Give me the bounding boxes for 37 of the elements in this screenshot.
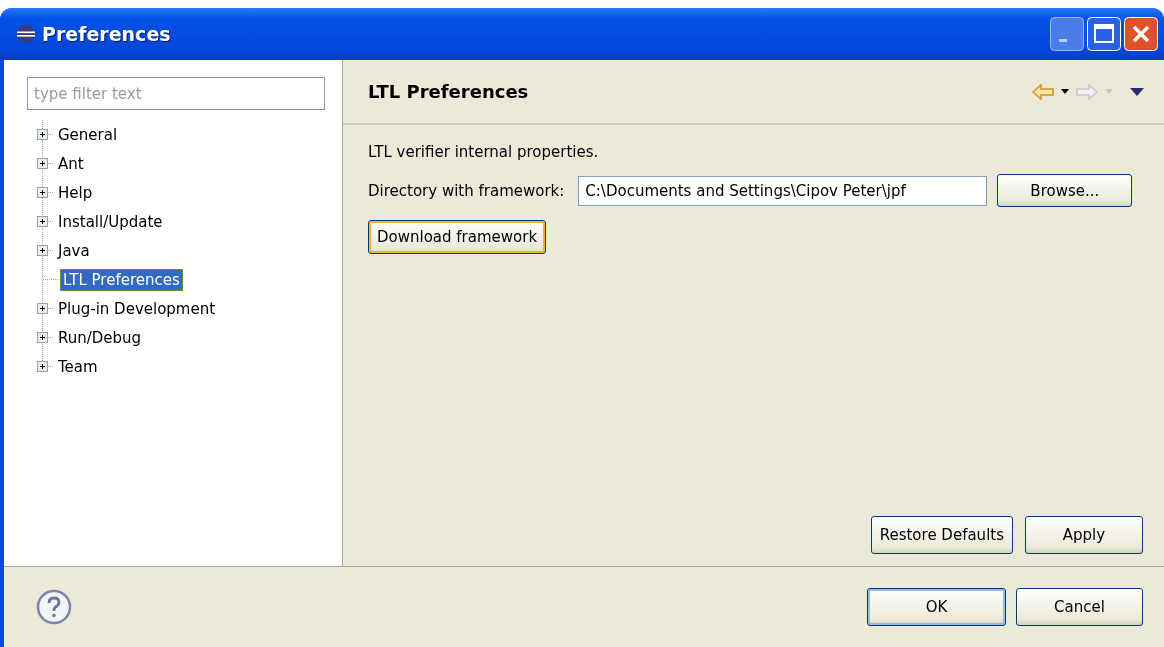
app-icon bbox=[16, 24, 36, 44]
window-title: Preferences bbox=[42, 23, 171, 45]
expand-icon[interactable] bbox=[37, 129, 48, 140]
expand-icon[interactable] bbox=[37, 245, 48, 256]
maximize-button[interactable] bbox=[1087, 17, 1121, 51]
filter-field[interactable]: type filter text bbox=[27, 77, 325, 110]
browse-button[interactable]: Browse... bbox=[997, 174, 1133, 207]
directory-label: Directory with framework: bbox=[368, 181, 565, 200]
tree-item[interactable]: Team bbox=[55, 355, 101, 378]
tree-item[interactable]: General bbox=[55, 123, 121, 146]
tree-item[interactable]: Ant bbox=[55, 152, 87, 175]
expand-icon[interactable] bbox=[37, 303, 48, 314]
expand-icon[interactable] bbox=[37, 361, 48, 372]
apply-button[interactable]: Apply bbox=[1025, 516, 1143, 554]
restore-defaults-button[interactable]: Restore Defaults bbox=[870, 516, 1013, 554]
dropdown-caret-icon[interactable] bbox=[1061, 89, 1069, 94]
view-menu-icon[interactable] bbox=[1130, 87, 1144, 96]
close-button[interactable] bbox=[1124, 17, 1158, 51]
directory-field[interactable]: C:\Documents and Settings\Cipov Peter\jpf bbox=[578, 175, 988, 206]
dialog-button[interactable]: OK bbox=[867, 588, 1006, 626]
expand-icon[interactable] bbox=[37, 158, 48, 169]
download-framework-button[interactable]: Download framework bbox=[368, 220, 547, 254]
expand-icon[interactable] bbox=[37, 187, 48, 198]
page-title: LTL Preferences bbox=[368, 81, 529, 102]
tree-item[interactable]: Plug-in Development bbox=[55, 297, 219, 320]
help-icon[interactable] bbox=[36, 589, 72, 625]
expand-icon[interactable] bbox=[37, 332, 48, 343]
tree-item[interactable]: Help bbox=[55, 181, 96, 204]
expand-icon[interactable] bbox=[37, 216, 48, 227]
tree-item[interactable]: LTL Preferences bbox=[60, 268, 183, 291]
tree-item[interactable]: Install/Update bbox=[55, 210, 166, 233]
tree-item[interactable]: Run/Debug bbox=[55, 326, 145, 349]
tree-item[interactable]: Java bbox=[55, 239, 93, 262]
dialog-button[interactable]: Cancel bbox=[1016, 588, 1143, 626]
description-text: LTL verifier internal properties. bbox=[368, 143, 600, 161]
forward-arrow-icon bbox=[1076, 83, 1098, 100]
dropdown-caret-icon bbox=[1105, 89, 1113, 94]
